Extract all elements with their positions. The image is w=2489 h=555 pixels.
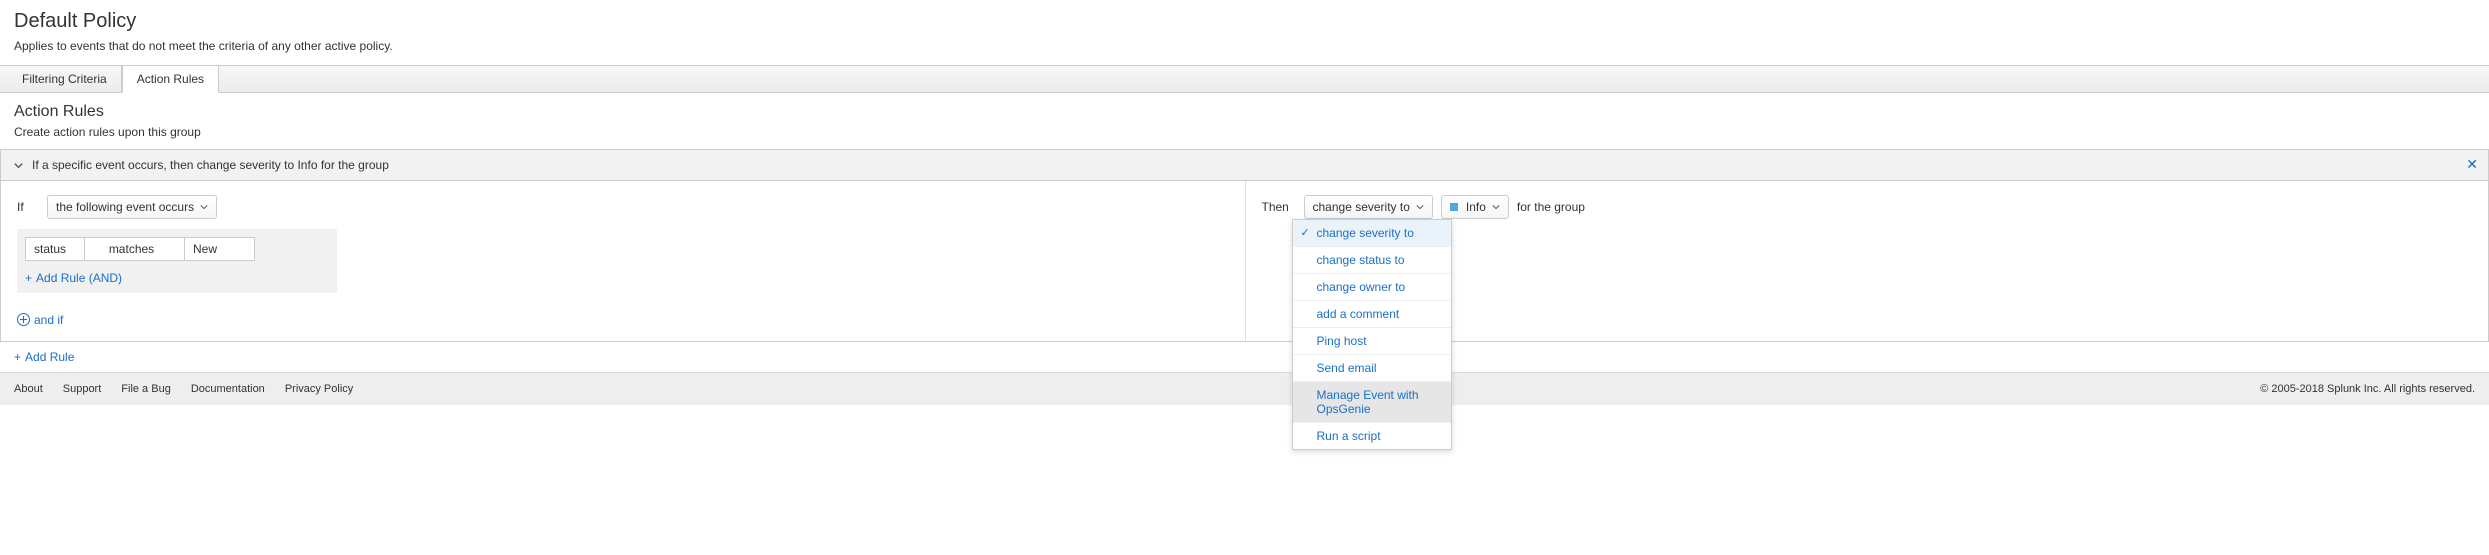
page-description: Applies to events that do not meet the c… bbox=[14, 39, 2475, 53]
for-group-label: for the group bbox=[1517, 200, 1585, 214]
page-header: Default Policy Applies to events that do… bbox=[0, 0, 2489, 59]
if-label: If bbox=[17, 200, 39, 214]
then-label: Then bbox=[1262, 200, 1296, 214]
tab-action-rules[interactable]: Action Rules bbox=[122, 66, 219, 93]
cond-field[interactable]: status bbox=[25, 237, 85, 261]
rule-block: If a specific event occurs, then change … bbox=[0, 149, 2489, 342]
section-description: Create action rules upon this group bbox=[14, 125, 2475, 139]
section-title: Action Rules bbox=[14, 103, 2475, 121]
page-title: Default Policy bbox=[14, 10, 2475, 33]
action-menu-item[interactable]: Manage Event with OpsGenie bbox=[1293, 382, 1451, 423]
then-value-dropdown[interactable]: Info bbox=[1441, 195, 1509, 219]
rule-summary: If a specific event occurs, then change … bbox=[32, 158, 389, 172]
footer-link[interactable]: Privacy Policy bbox=[285, 383, 353, 395]
then-action-label: change severity to bbox=[1313, 200, 1410, 214]
footer-link[interactable]: Support bbox=[63, 383, 102, 395]
tabs: Filtering Criteria Action Rules bbox=[0, 65, 2489, 93]
caret-down-icon bbox=[1492, 203, 1500, 211]
action-menu-item[interactable]: change status to bbox=[1293, 247, 1451, 274]
then-value-label: Info bbox=[1466, 200, 1486, 214]
condition-box: status matches New Add Rule (AND) bbox=[17, 229, 337, 293]
caret-down-icon bbox=[1416, 203, 1424, 211]
cond-op-dropdown[interactable]: matches bbox=[85, 237, 185, 261]
then-pane: Then change severity to Info for the gro… bbox=[1245, 181, 2489, 341]
footer-link[interactable]: Documentation bbox=[191, 383, 265, 395]
action-dropdown-menu: change severity tochange status tochange… bbox=[1292, 219, 1452, 450]
info-severity-icon bbox=[1450, 203, 1458, 211]
rule-body: If the following event occurs status mat… bbox=[1, 181, 2488, 341]
add-rule-and-link[interactable]: Add Rule (AND) bbox=[25, 271, 329, 285]
if-trigger-dropdown[interactable]: the following event occurs bbox=[47, 195, 217, 219]
then-action-dropdown[interactable]: change severity to bbox=[1304, 195, 1433, 219]
if-trigger-label: the following event occurs bbox=[56, 200, 194, 214]
footer-copyright: © 2005-2018 Splunk Inc. All rights reser… bbox=[2260, 383, 2475, 395]
tab-filtering-criteria[interactable]: Filtering Criteria bbox=[8, 66, 122, 92]
caret-down-icon bbox=[200, 203, 208, 211]
action-menu-item[interactable]: change owner to bbox=[1293, 274, 1451, 301]
and-if-link[interactable]: and if bbox=[17, 313, 1229, 327]
action-menu-item[interactable]: Send email bbox=[1293, 355, 1451, 382]
cond-value[interactable]: New bbox=[185, 237, 255, 261]
add-rule-link[interactable]: Add Rule bbox=[14, 350, 74, 364]
chevron-down-icon bbox=[13, 160, 24, 171]
condition-row: status matches New bbox=[25, 237, 329, 261]
footer: About Support File a Bug Documentation Priva… bbox=[0, 372, 2489, 405]
add-rule-outer: Add Rule bbox=[0, 342, 2489, 372]
action-menu-item[interactable]: add a comment bbox=[1293, 301, 1451, 328]
section-header: Action Rules Create action rules upon th… bbox=[0, 93, 2489, 149]
close-icon[interactable]: ✕ bbox=[2466, 156, 2478, 173]
cond-op-label: matches bbox=[109, 242, 154, 256]
action-menu-item[interactable]: Ping host bbox=[1293, 328, 1451, 355]
rule-header[interactable]: If a specific event occurs, then change … bbox=[1, 150, 2488, 181]
footer-links: About Support File a Bug Documentation Priva… bbox=[14, 383, 353, 395]
action-menu-item[interactable]: Run a script bbox=[1293, 423, 1451, 449]
footer-link[interactable]: About bbox=[14, 383, 43, 395]
footer-link[interactable]: File a Bug bbox=[121, 383, 171, 395]
action-menu-item[interactable]: change severity to bbox=[1293, 220, 1451, 247]
if-pane: If the following event occurs status mat… bbox=[1, 181, 1245, 341]
